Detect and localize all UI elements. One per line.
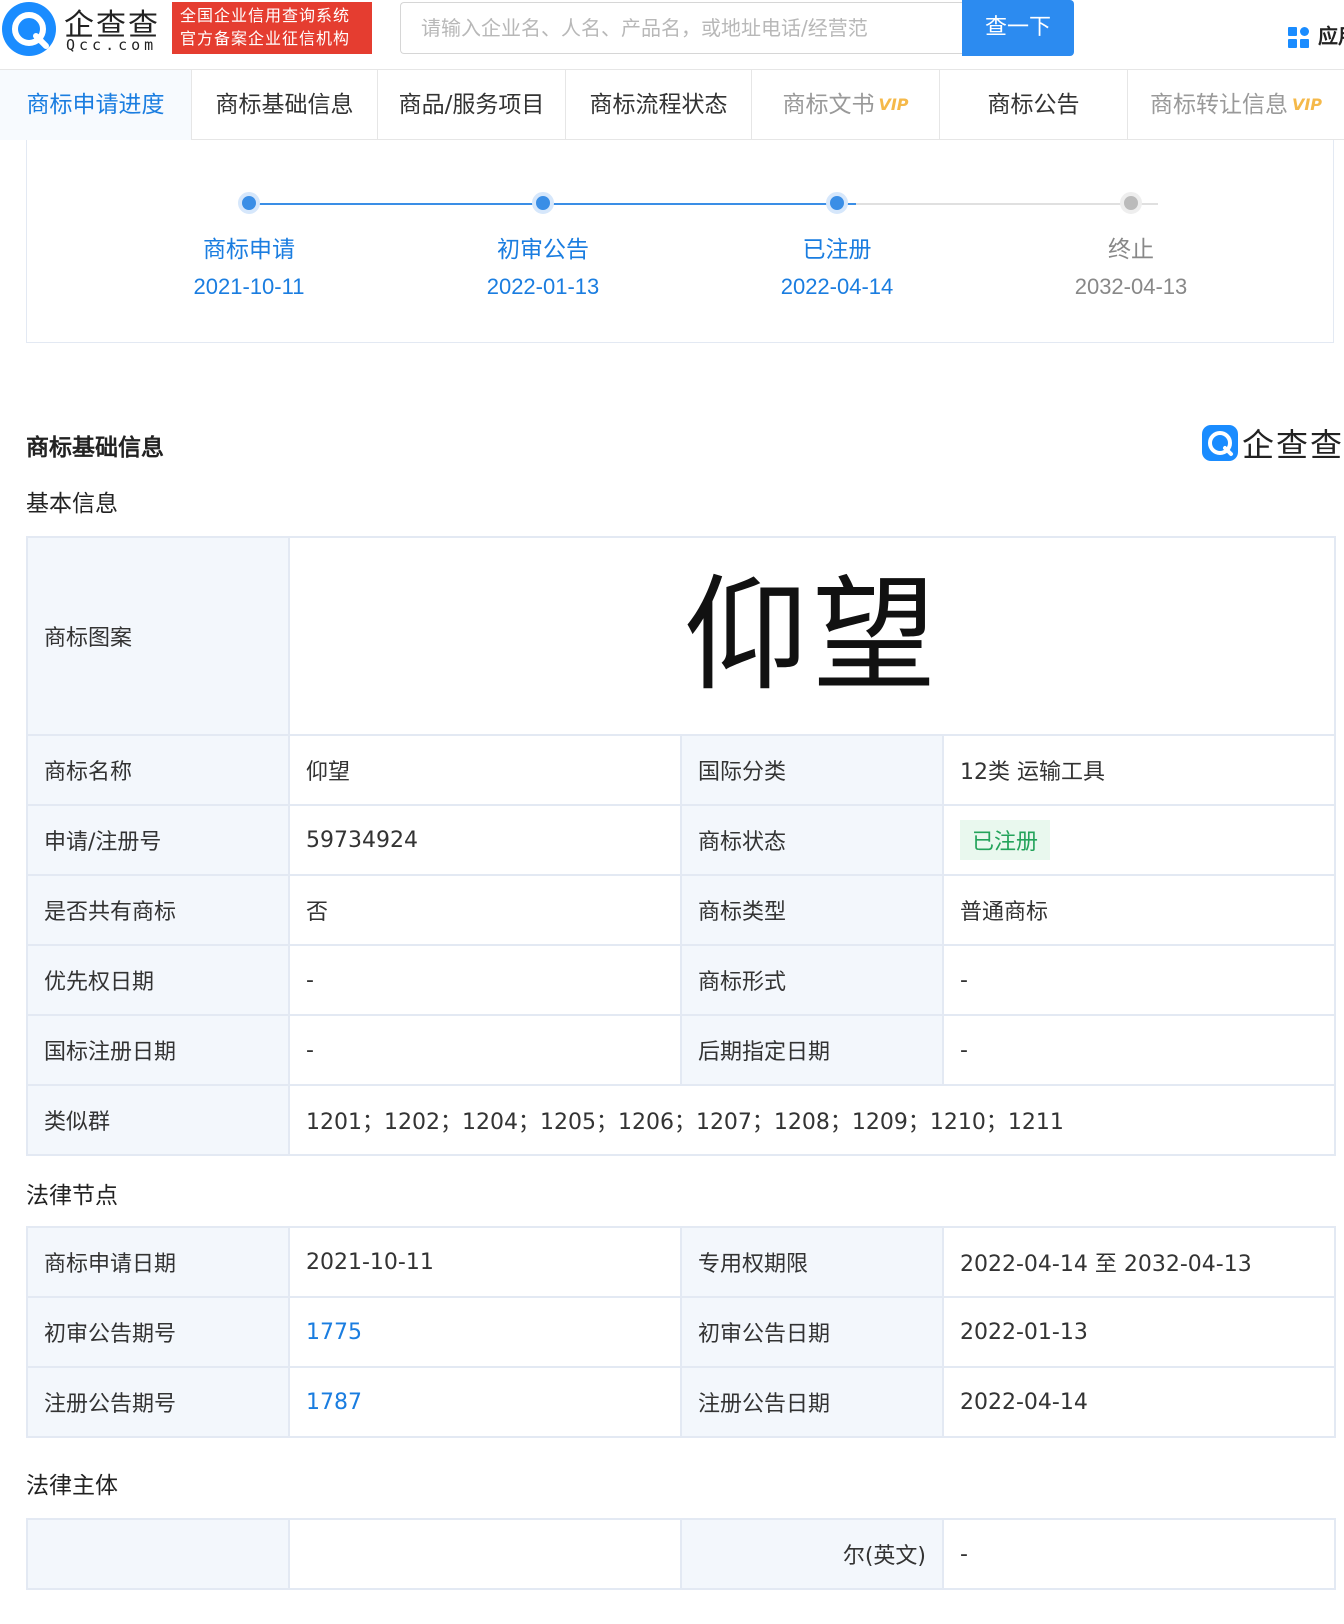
tab-announcements[interactable]: 商标公告 [940,70,1128,140]
table-row: 初审公告期号 1775 初审公告日期 2022-01-13 [26,1296,1336,1368]
qcc-watermark-logo: 企查查 [1198,420,1344,464]
trademark-image-text: 仰望 [683,564,940,708]
progress-step-registered: 已注册 2022-04-14 [737,192,937,300]
apply-date-value: 2021-10-11 [288,1226,682,1298]
key-cell: 是否共有商标 [26,874,290,946]
intl-reg-date-value: - [288,1014,682,1086]
table-row: 商标申请日期 2021-10-11 专用权期限 2022-04-14 至 203… [26,1226,1336,1298]
vip-icon: VIP [878,95,909,114]
key-cell: 国标注册日期 [26,1014,290,1086]
key-cell: 注册公告日期 [680,1366,944,1438]
subtitle-basic-info: 基本信息 [26,491,118,517]
type-value: 普通商标 [942,874,1336,946]
prelim-date-value: 2022-01-13 [942,1296,1336,1368]
vip-icon: VIP [1291,95,1323,114]
table-row: 是否共有商标 否 商标类型 普通商标 [26,874,1336,946]
later-designation-value: - [942,1014,1336,1086]
tab-transfer-info[interactable]: 商标转让信息 VIP [1128,70,1344,140]
apps-grid-icon [1288,26,1310,49]
table-row: 优先权日期 - 商标形式 - [26,944,1336,1016]
legal-nodes-table: 商标申请日期 2021-10-11 专用权期限 2022-04-14 至 203… [26,1226,1336,1438]
qcc-logo-icon [2,2,56,56]
key-cell: 后期指定日期 [680,1014,944,1086]
badge-line-2: 官方备案企业征信机构 [180,29,351,48]
step-dot [238,192,260,214]
form-value: - [942,944,1336,1016]
reg-number-value: 59734924 [288,804,682,876]
key-cell: 注册公告期号 [26,1366,290,1438]
subtitle-legal-nodes: 法律节点 [26,1183,118,1209]
application-progress: 商标申请 2021-10-11 初审公告 2022-01-13 已注册 2022… [26,140,1334,343]
key-cell: 商标申请日期 [26,1226,290,1298]
trademark-name-value: 仰望 [288,734,682,806]
mark-image-label: 商标图案 [26,536,290,736]
table-row: 国标注册日期 - 后期指定日期 - [26,1014,1336,1086]
table-row: 类似群 1201；1202；1204；1205；1206；1207；1208；1… [26,1084,1336,1156]
table-row: 尔(英文) - [26,1518,1336,1590]
trademark-tabs: 商标申请进度 商标基础信息 商品/服务项目 商标流程状态 商标文书 VIP 商标公… [0,70,1344,140]
reg-issue-link[interactable]: 1787 [306,1390,362,1415]
search-button[interactable]: 查一下 [962,0,1074,56]
key-cell: 商标状态 [680,804,944,876]
value-cell [288,1518,682,1590]
progress-step-prelim: 初审公告 2022-01-13 [443,192,643,300]
key-cell: 国际分类 [680,734,944,806]
key-cell: 类似群 [26,1084,290,1156]
tab-process-status[interactable]: 商标流程状态 [566,70,752,140]
top-header: 企查查 Qcc.com 全国企业信用查询系统 官方备案企业征信机构 请输入企业名… [0,0,1344,70]
tab-basic-info[interactable]: 商标基础信息 [192,70,378,140]
status-badge: 已注册 [960,820,1051,860]
key-cell: 初审公告期号 [26,1296,290,1368]
trademark-image: 仰望 [288,536,1336,736]
key-cell: 初审公告日期 [680,1296,944,1368]
progress-step-apply: 商标申请 2021-10-11 [149,192,349,300]
applicant-name-en-label: 尔(英文) [680,1518,944,1590]
legal-subject-table: 尔(英文) - [26,1518,1336,1590]
reg-issue-cell: 1787 [288,1366,682,1438]
key-cell [26,1518,290,1590]
qcc-logo[interactable]: 企查查 Qcc.com [2,0,162,58]
tab-documents[interactable]: 商标文书 VIP [752,70,940,140]
exclusive-period-value: 2022-04-14 至 2032-04-13 [942,1226,1336,1298]
reg-date-value: 2022-04-14 [942,1366,1336,1438]
credit-badge: 全国企业信用查询系统 官方备案企业征信机构 [172,2,372,54]
key-cell: 商标类型 [680,874,944,946]
subtitle-legal-subject: 法律主体 [26,1473,118,1499]
key-cell: 商标形式 [680,944,944,1016]
shared-value: 否 [288,874,682,946]
prelim-issue-link[interactable]: 1775 [306,1320,362,1345]
tab-application-progress[interactable]: 商标申请进度 [0,70,192,140]
progress-step-terminated: 终止 2032-04-13 [1031,192,1231,300]
badge-line-1: 全国企业信用查询系统 [180,6,351,25]
table-row: 商标图案 仰望 [26,536,1336,736]
key-cell: 商标名称 [26,734,290,806]
tab-goods-services[interactable]: 商品/服务项目 [378,70,566,140]
step-dot [532,192,554,214]
intl-class-value: 12类 运输工具 [942,734,1336,806]
table-row: 商标名称 仰望 国际分类 12类 运输工具 [26,734,1336,806]
qcc-logo-icon [1202,425,1238,461]
key-cell: 优先权日期 [26,944,290,1016]
applicant-name-en-value: - [942,1518,1336,1590]
priority-date-value: - [288,944,682,1016]
key-cell: 申请/注册号 [26,804,290,876]
table-row: 申请/注册号 59734924 商标状态 已注册 [26,804,1336,876]
similar-group-value: 1201；1202；1204；1205；1206；1207；1208；1209；… [288,1084,1336,1156]
section-title-basic: 商标基础信息 [26,435,164,461]
basic-info-table: 商标图案 仰望 商标名称 仰望 国际分类 12类 运输工具 申请/注册号 597… [26,536,1336,1156]
step-dot [1120,192,1142,214]
apps-label: 应用 [1318,24,1344,48]
key-cell: 专用权期限 [680,1226,944,1298]
status-cell: 已注册 [942,804,1336,876]
table-row: 注册公告期号 1787 注册公告日期 2022-04-14 [26,1366,1336,1438]
prelim-issue-cell: 1775 [288,1296,682,1368]
logo-domain: Qcc.com [66,36,158,54]
search-input[interactable]: 请输入企业名、人名、产品名，或地址电话/经营范 [400,2,964,54]
apps-link[interactable]: 应用 [1288,20,1344,50]
step-dot [826,192,848,214]
